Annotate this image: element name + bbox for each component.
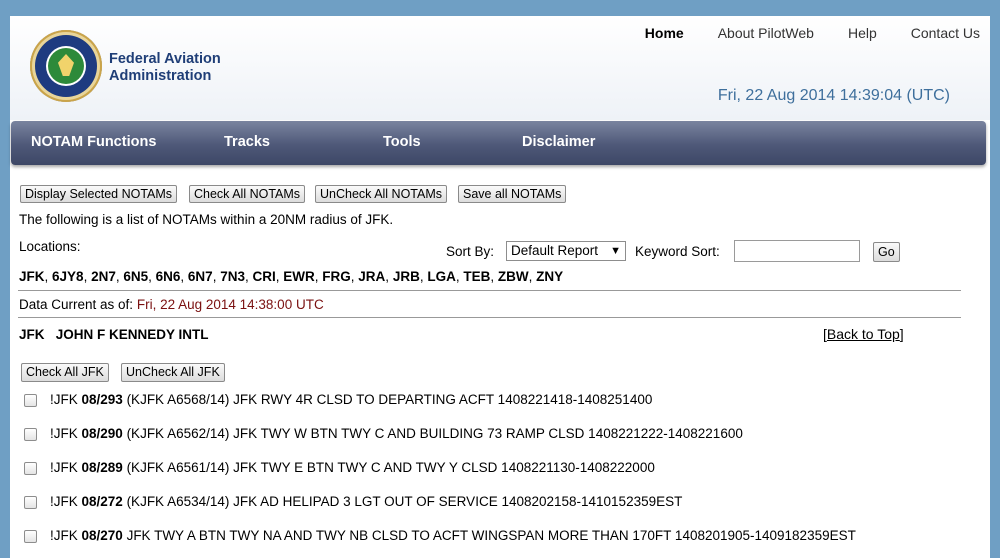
nav-contact-us[interactable]: Contact Us xyxy=(911,25,980,41)
keyword-sort-label: Keyword Sort: xyxy=(635,244,720,259)
org-name-line1: Federal Aviation xyxy=(109,51,221,67)
location-link[interactable]: 6N7 xyxy=(188,269,213,284)
back-to-top: [Back to Top] xyxy=(823,326,904,342)
nav-help[interactable]: Help xyxy=(848,25,877,41)
notam-prefix: !JFK xyxy=(50,528,82,543)
sort-by-selected: Default Report xyxy=(511,243,599,258)
locations-label: Locations: xyxy=(19,239,81,254)
notam-checkbox[interactable] xyxy=(24,496,37,509)
nav-about-pilotweb[interactable]: About PilotWeb xyxy=(718,25,814,41)
faa-seal-logo[interactable] xyxy=(30,30,102,102)
notam-checkbox[interactable] xyxy=(24,428,37,441)
notam-item: !JFK 08/289 (KJFK A6561/14) JFK TWY E BT… xyxy=(50,460,655,475)
notam-prefix: !JFK xyxy=(50,426,82,441)
location-link[interactable]: JRB xyxy=(393,269,420,284)
notam-prefix: !JFK xyxy=(50,460,82,475)
location-link[interactable]: EWR xyxy=(283,269,315,284)
location-links: JFK, 6JY8, 2N7, 6N5, 6N6, 6N7, 7N3, CRI,… xyxy=(19,269,564,284)
divider xyxy=(18,290,961,291)
data-current: Data Current as of: Fri, 22 Aug 2014 14:… xyxy=(19,297,324,312)
menu-notam-functions[interactable]: NOTAM Functions xyxy=(31,134,156,150)
location-link[interactable]: TEB xyxy=(463,269,490,284)
current-datetime: Fri, 22 Aug 2014 14:39:04 (UTC) xyxy=(717,87,950,104)
sort-by-label: Sort By: xyxy=(446,244,495,259)
org-name[interactable]: Federal Aviation Administration xyxy=(109,51,221,85)
menu-disclaimer[interactable]: Disclaimer xyxy=(522,134,595,150)
notam-prefix: !JFK xyxy=(50,392,82,407)
check-all-airport-button[interactable]: Check All JFK xyxy=(21,363,109,382)
dropdown-arrow-icon: ▼ xyxy=(610,245,621,257)
notam-checkbox[interactable] xyxy=(24,462,37,475)
location-link[interactable]: 6N6 xyxy=(156,269,181,284)
notam-text: (KJFK A6568/14) JFK RWY 4R CLSD TO DEPAR… xyxy=(122,392,653,407)
site-header: Federal Aviation Administration Home Abo… xyxy=(10,16,990,120)
location-link[interactable]: ZBW xyxy=(498,269,529,284)
menu-tools[interactable]: Tools xyxy=(383,134,421,150)
notam-item: !JFK 08/270 JFK TWY A BTN TWY NA AND TWY… xyxy=(50,528,856,543)
sort-by-select[interactable]: Default Report ▼ xyxy=(506,241,626,261)
notam-id: 08/293 xyxy=(81,392,123,407)
location-link[interactable]: ZNY xyxy=(536,269,563,284)
notam-id: 08/272 xyxy=(81,494,123,509)
nav-home[interactable]: Home xyxy=(645,25,684,41)
data-current-value: Fri, 22 Aug 2014 14:38:00 UTC xyxy=(136,297,324,312)
top-nav: Home About PilotWeb Help Contact Us xyxy=(611,25,980,41)
notam-item: !JFK 08/290 (KJFK A6562/14) JFK TWY W BT… xyxy=(50,426,743,441)
notam-id: 08/290 xyxy=(81,426,123,441)
divider xyxy=(18,317,961,318)
location-link[interactable]: LGA xyxy=(427,269,456,284)
notam-checkbox[interactable] xyxy=(24,394,37,407)
menu-tracks[interactable]: Tracks xyxy=(224,134,270,150)
org-name-line2: Administration xyxy=(109,68,212,84)
notam-text: (KJFK A6534/14) JFK AD HELIPAD 3 LGT OUT… xyxy=(122,494,683,509)
airport-code: JFK xyxy=(19,327,45,342)
notam-text: (KJFK A6561/14) JFK TWY E BTN TWY C AND … xyxy=(122,460,655,475)
notam-id: 08/289 xyxy=(81,460,123,475)
back-to-top-link[interactable]: Back to Top xyxy=(827,326,900,342)
notam-item: !JFK 08/272 (KJFK A6534/14) JFK AD HELIP… xyxy=(50,494,682,509)
main-menu: NOTAM Functions Tracks Tools Disclaimer xyxy=(11,121,986,165)
location-link[interactable]: JRA xyxy=(358,269,385,284)
location-link[interactable]: JFK xyxy=(19,269,45,284)
airport-name: JOHN F KENNEDY INTL xyxy=(55,327,209,342)
location-link[interactable]: FRG xyxy=(322,269,351,284)
page: Federal Aviation Administration Home Abo… xyxy=(10,16,990,558)
location-link[interactable]: 6JY8 xyxy=(52,269,84,284)
keyword-sort-input[interactable] xyxy=(734,240,860,262)
location-link[interactable]: 2N7 xyxy=(91,269,116,284)
airport-heading: JFK JOHN F KENNEDY INTL xyxy=(19,327,209,342)
intro-text: The following is a list of NOTAMs within… xyxy=(19,212,394,227)
notam-checkbox[interactable] xyxy=(24,530,37,543)
notam-text: (KJFK A6562/14) JFK TWY W BTN TWY C AND … xyxy=(122,426,743,441)
go-button[interactable]: Go xyxy=(873,242,900,262)
notam-item: !JFK 08/293 (KJFK A6568/14) JFK RWY 4R C… xyxy=(50,392,652,407)
check-all-notams-button[interactable]: Check All NOTAMs xyxy=(189,185,306,203)
location-link[interactable]: 6N5 xyxy=(123,269,148,284)
location-link[interactable]: 7N3 xyxy=(220,269,245,284)
save-all-notams-button[interactable]: Save all NOTAMs xyxy=(458,185,567,203)
display-selected-notams-button[interactable]: Display Selected NOTAMs xyxy=(20,185,178,203)
uncheck-all-airport-button[interactable]: UnCheck All JFK xyxy=(121,363,225,382)
data-current-label: Data Current as of: xyxy=(19,297,134,312)
notam-text: JFK TWY A BTN TWY NA AND TWY NB CLSD TO … xyxy=(122,528,856,543)
uncheck-all-notams-button[interactable]: UnCheck All NOTAMs xyxy=(315,185,448,203)
location-link[interactable]: CRI xyxy=(252,269,275,284)
notam-prefix: !JFK xyxy=(50,494,82,509)
notam-id: 08/270 xyxy=(81,528,123,543)
